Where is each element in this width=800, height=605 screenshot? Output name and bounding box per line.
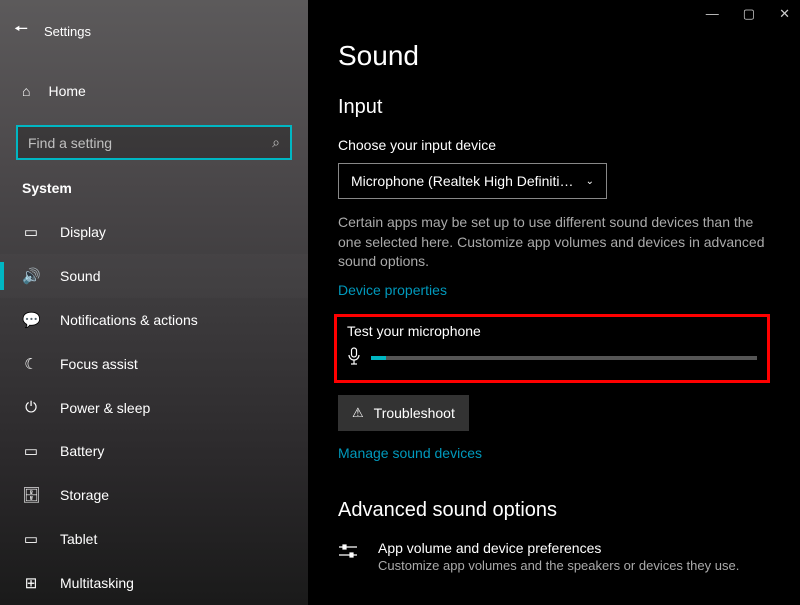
sidebar-item-focus-assist[interactable]: ☾ Focus assist <box>0 342 308 386</box>
sidebar-item-tablet[interactable]: ▭ Tablet <box>0 517 308 561</box>
app-volume-texts: App volume and device preferences Custom… <box>378 540 739 573</box>
power-icon: ⏻ <box>22 399 40 416</box>
home-icon: ⌂ <box>22 83 30 99</box>
sidebar-item-label: Notifications & actions <box>60 312 198 328</box>
main-content: — ▢ ✕ Sound Input Choose your input devi… <box>308 0 800 605</box>
focus-assist-icon: ☾ <box>22 355 40 373</box>
close-button[interactable]: ✕ <box>779 6 790 22</box>
sidebar-section-heading: System <box>0 172 308 210</box>
mic-level-fill <box>371 356 386 360</box>
input-section: Input Choose your input device Microphon… <box>308 96 800 573</box>
troubleshoot-button[interactable]: ⚠ Troubleshoot <box>338 395 469 431</box>
window-title: Settings <box>44 24 91 39</box>
troubleshoot-label: Troubleshoot <box>374 405 455 421</box>
sidebar-item-label: Display <box>60 224 106 240</box>
chevron-down-icon: ⌄ <box>586 176 594 187</box>
choose-device-label: Choose your input device <box>338 137 770 153</box>
sidebar-item-notifications[interactable]: 💬 Notifications & actions <box>0 298 308 342</box>
search-box[interactable]: ⌕ <box>16 125 292 160</box>
mic-level-row <box>347 347 757 370</box>
search-icon: ⌕ <box>272 134 280 151</box>
sidebar-item-label: Multitasking <box>60 575 134 591</box>
sidebar-item-label: Focus assist <box>60 356 138 372</box>
battery-icon: ▭ <box>22 442 40 460</box>
sidebar-item-label: Sound <box>60 268 100 284</box>
sidebar: 🠔 Settings ⌂ Home ⌕ System ▭ Display 🔊 S… <box>0 0 308 605</box>
sidebar-item-label: Storage <box>60 487 109 503</box>
storage-icon: 🗄 <box>22 486 40 504</box>
sliders-icon <box>338 540 358 565</box>
sidebar-header: 🠔 Settings <box>0 10 308 53</box>
test-mic-label: Test your microphone <box>347 323 757 339</box>
sidebar-item-display[interactable]: ▭ Display <box>0 210 308 254</box>
test-mic-highlight: Test your microphone <box>334 314 770 383</box>
app-volume-row[interactable]: App volume and device preferences Custom… <box>338 540 770 573</box>
notifications-icon: 💬 <box>22 311 40 329</box>
window-controls: — ▢ ✕ <box>706 6 790 22</box>
device-properties-link[interactable]: Device properties <box>338 282 447 298</box>
sidebar-item-label: Tablet <box>60 531 97 547</box>
app-volume-title: App volume and device preferences <box>378 540 739 556</box>
display-icon: ▭ <box>22 223 40 241</box>
mic-level-bar <box>371 356 757 360</box>
warning-icon: ⚠ <box>352 405 364 421</box>
sound-icon: 🔊 <box>22 267 40 285</box>
tablet-icon: ▭ <box>22 530 40 548</box>
sidebar-item-battery[interactable]: ▭ Battery <box>0 429 308 473</box>
dropdown-value: Microphone (Realtek High Definiti… <box>351 173 574 189</box>
multitasking-icon: ⊞ <box>22 574 40 592</box>
sidebar-item-storage[interactable]: 🗄 Storage <box>0 473 308 517</box>
sidebar-item-multitasking[interactable]: ⊞ Multitasking <box>0 561 308 605</box>
home-label: Home <box>48 83 85 99</box>
sidebar-item-power-sleep[interactable]: ⏻ Power & sleep <box>0 386 308 429</box>
app-volume-desc: Customize app volumes and the speakers o… <box>378 558 739 573</box>
sidebar-home[interactable]: ⌂ Home <box>0 71 308 111</box>
maximize-button[interactable]: ▢ <box>743 6 755 22</box>
search-input[interactable] <box>28 135 272 151</box>
sidebar-item-label: Battery <box>60 443 104 459</box>
microphone-icon <box>347 347 361 370</box>
advanced-heading: Advanced sound options <box>338 499 770 522</box>
sidebar-item-sound[interactable]: 🔊 Sound <box>0 254 308 298</box>
input-device-dropdown[interactable]: Microphone (Realtek High Definiti… ⌄ <box>338 163 607 199</box>
manage-sound-devices-link[interactable]: Manage sound devices <box>338 445 482 461</box>
input-help-text: Certain apps may be set up to use differ… <box>338 213 770 272</box>
input-heading: Input <box>338 96 770 119</box>
minimize-button[interactable]: — <box>706 6 719 22</box>
sidebar-item-label: Power & sleep <box>60 400 150 416</box>
back-icon[interactable]: 🠔 <box>14 18 28 45</box>
